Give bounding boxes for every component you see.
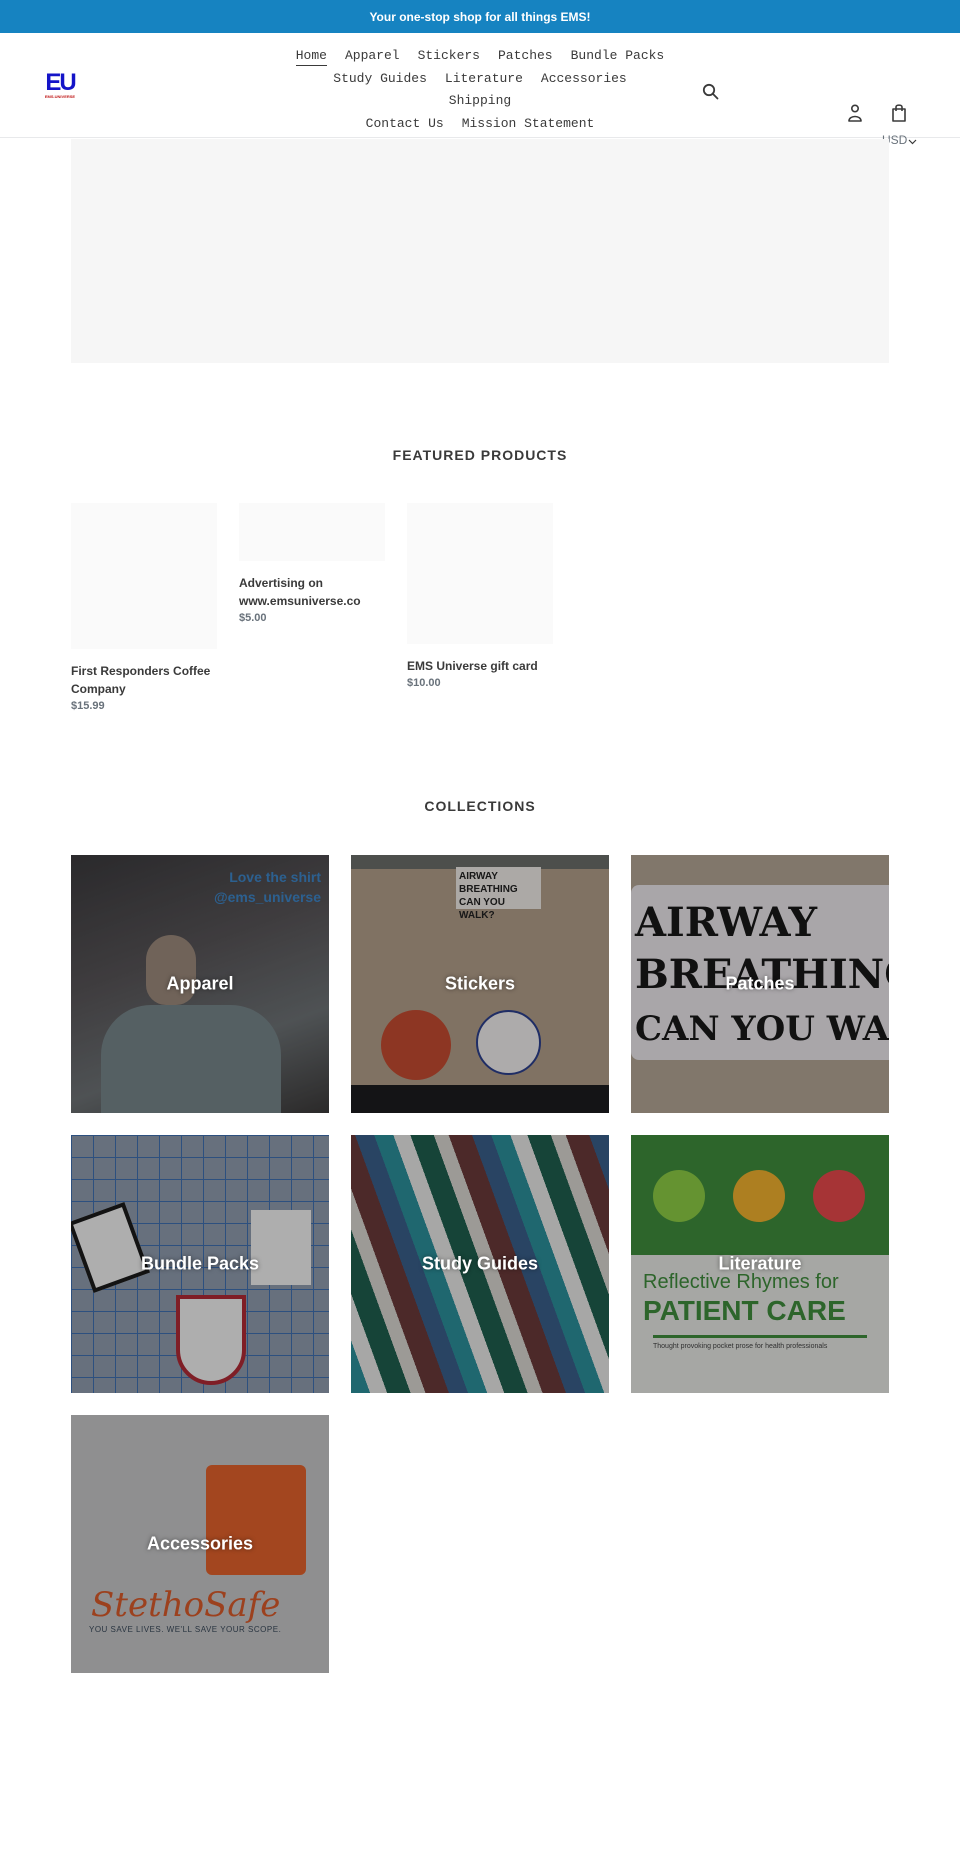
collection-patches[interactable]: AIRWAYBREATHINGCAN YOU WALK? Patches xyxy=(631,855,889,1113)
nav-item-contact-us[interactable]: Contact Us xyxy=(366,113,444,136)
collection-accessories[interactable]: StethoSafe YOU SAVE LIVES. WE'LL SAVE YO… xyxy=(71,1415,329,1673)
product-image[interactable] xyxy=(239,503,385,561)
site-header: EU EMS.UNIVERSE Home Apparel Stickers Patch… xyxy=(0,33,960,147)
nav-item-bundle-packs[interactable]: Bundle Packs xyxy=(571,45,665,68)
site-logo[interactable]: EU EMS.UNIVERSE xyxy=(40,69,80,100)
collection-label[interactable]: Stickers xyxy=(351,974,609,995)
product-card[interactable]: EMS Universe gift card $10.00 xyxy=(407,503,553,689)
nav-item-stickers[interactable]: Stickers xyxy=(418,45,480,68)
collection-label[interactable]: Bundle Packs xyxy=(71,1254,329,1275)
product-card[interactable]: Advertising on www.emsuniverse.co $5.00 xyxy=(239,503,385,624)
account-icon xyxy=(848,104,862,122)
chevron-down-icon xyxy=(908,139,917,144)
nav-item-apparel[interactable]: Apparel xyxy=(345,45,400,68)
logo-subtitle: EMS.UNIVERSE xyxy=(44,94,76,99)
featured-products-title: FEATURED PRODUCTS xyxy=(392,447,568,463)
collection-label[interactable]: Study Guides xyxy=(351,1254,609,1275)
collection-stickers[interactable]: AIRWAY BREATHING CAN YOU WALK? Stickers xyxy=(351,855,609,1113)
product-price: $15.99 xyxy=(71,700,105,712)
product-image[interactable] xyxy=(71,503,217,649)
product-name[interactable]: Advertising on www.emsuniverse.co xyxy=(239,574,385,610)
product-image[interactable] xyxy=(407,503,553,644)
collection-bundle-packs[interactable]: Bundle Packs xyxy=(71,1135,329,1393)
product-name[interactable]: First Responders Coffee Company xyxy=(71,662,217,698)
logo-mark: EU xyxy=(45,69,76,96)
collection-literature[interactable]: Reflective Rhymes for PATIENT CARE Though… xyxy=(631,1135,889,1393)
collection-label[interactable]: Accessories xyxy=(71,1534,329,1555)
nav-item-study-guides[interactable]: Study Guides xyxy=(333,68,427,91)
nav-item-literature[interactable]: Literature xyxy=(445,68,523,91)
product-price: $5.00 xyxy=(239,612,267,624)
account-button[interactable] xyxy=(846,103,864,123)
product-price: $10.00 xyxy=(407,677,441,689)
collection-label[interactable]: Apparel xyxy=(71,974,329,995)
nav-item-shipping[interactable]: Shipping xyxy=(449,90,511,113)
cart-icon xyxy=(892,104,906,122)
product-card[interactable]: First Responders Coffee Company $15.99 xyxy=(71,503,217,712)
collections-title: COLLECTIONS xyxy=(424,798,536,814)
nav-item-home[interactable]: Home xyxy=(295,47,327,66)
announcement-text: Your one-stop shop for all things EMS! xyxy=(369,9,591,24)
nav-item-patches[interactable]: Patches xyxy=(498,45,553,68)
nav-item-mission-statement[interactable]: Mission Statement xyxy=(462,113,595,136)
cart-button[interactable] xyxy=(890,103,908,123)
collection-apparel[interactable]: Love the shirt @ems_universe Apparel xyxy=(71,855,329,1113)
collection-label[interactable]: Literature xyxy=(631,1254,889,1275)
collection-label[interactable]: Patches xyxy=(631,974,889,995)
product-name[interactable]: EMS Universe gift card xyxy=(407,657,553,675)
main-nav: Home Apparel Stickers Patches Bundle Packs S… xyxy=(285,45,675,135)
collection-study-guides[interactable]: Study Guides xyxy=(351,1135,609,1393)
search-button[interactable] xyxy=(702,83,720,101)
nav-item-accessories[interactable]: Accessories xyxy=(541,68,627,91)
announcement-bar: Your one-stop shop for all things EMS! xyxy=(0,0,960,33)
hero-slideshow-placeholder xyxy=(71,139,889,363)
search-icon xyxy=(702,83,719,100)
